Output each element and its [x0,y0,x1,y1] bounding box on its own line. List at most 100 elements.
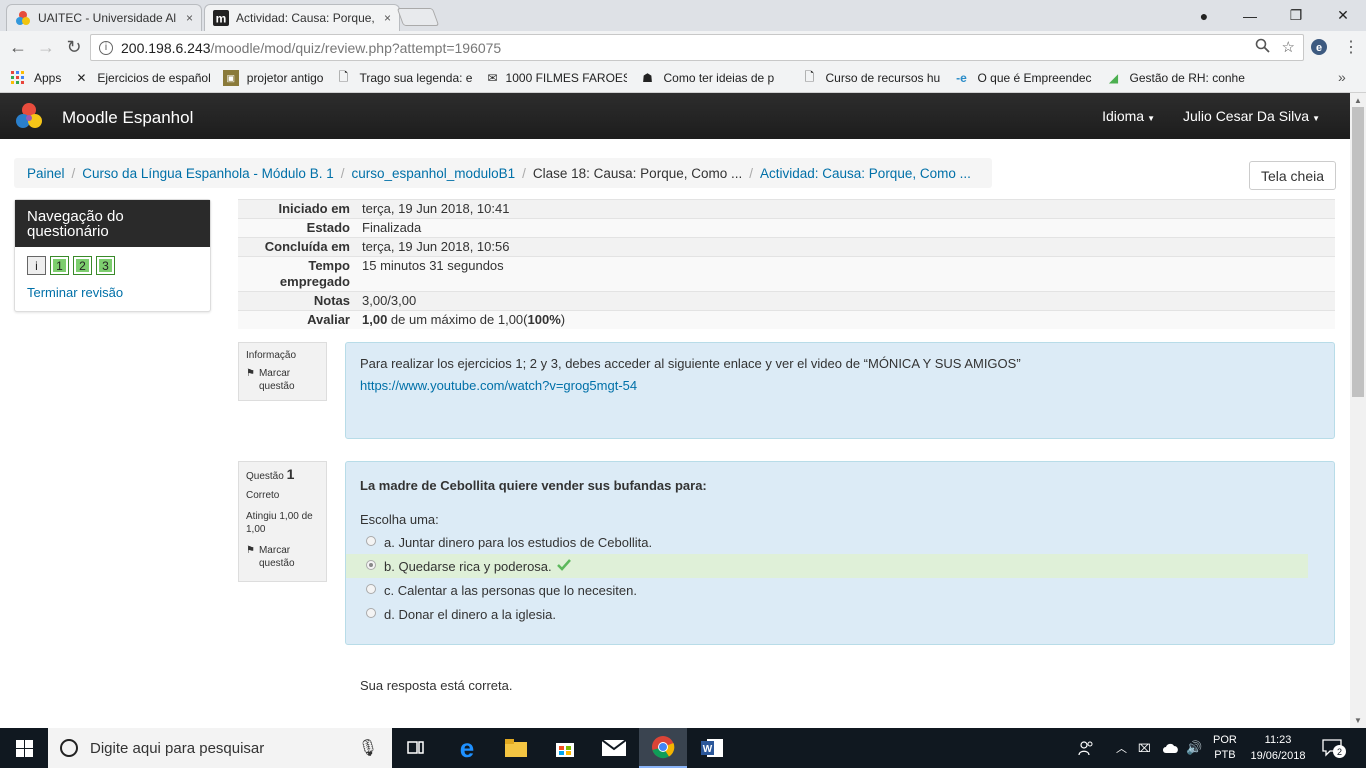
browser-tab-actividad[interactable]: m Actividad: Causa: Porque, × [204,4,400,31]
clock[interactable]: 11:23 19/06/2018 [1248,728,1308,768]
zoom-search-icon[interactable] [1255,38,1270,57]
more-bookmarks-icon[interactable]: » [1338,69,1346,85]
question-mark: Atingiu 1,00 de 1,00 [246,511,313,535]
caret-down-icon: ▼ [1312,114,1320,123]
flag-question-link[interactable]: ⚑ Marcar questão [246,544,319,570]
breadcrumb: Painel / Curso da Língua Espanhola - Módu… [14,158,992,188]
account-icon[interactable]: ● [1181,0,1227,31]
site-brand[interactable]: Moodle Espanhol [14,101,193,134]
answer-feedback: Sua resposta está correta. [360,678,513,693]
bookmark-curso[interactable]: 🗋 Curso de recursos hu [801,70,941,86]
radio-button[interactable] [366,584,376,594]
back-arrow-icon[interactable]: ← [4,34,32,62]
question-state: Correto [246,490,280,501]
volume-icon[interactable]: 🔊 [1186,728,1202,768]
minimize-button[interactable]: — [1227,0,1273,31]
breadcrumb-painel[interactable]: Painel [27,166,65,181]
windows-taskbar: Digite aqui para pesquisar 🎙 e W ︿ ⌧ 🔊 P… [0,728,1366,768]
people-icon[interactable] [1078,728,1094,768]
tab-close-icon[interactable]: × [384,11,391,25]
scrollbar-thumb[interactable] [1352,107,1364,397]
language-indicator[interactable]: POR PTB [1213,728,1237,768]
flag-question-link[interactable]: ⚑ Marcar questão [246,367,319,393]
reload-icon[interactable]: ↻ [60,34,88,62]
bookmark-gestao[interactable]: ◢ Gestão de RH: conhe [1105,70,1245,86]
summary-label: Notas [313,293,350,308]
scroll-up-icon[interactable]: ▲ [1354,96,1362,105]
quiz-nav-question-2[interactable]: 2 [73,256,92,275]
input-indicator-icon[interactable]: ⌧ [1138,728,1151,768]
bookmark-ideias[interactable]: ☗ Como ter ideias de p [639,70,789,86]
radio-button[interactable] [366,608,376,618]
windmill-icon: ✕ [76,71,87,85]
quiz-nav-question-1[interactable]: 1 [50,256,69,275]
flag-label: Marcar questão [258,368,295,392]
language-menu[interactable]: Idioma ▼ [1102,108,1155,124]
breadcrumb-course[interactable]: Curso da Língua Espanhola - Módulo B. 1 [82,166,333,181]
file-explorer-icon[interactable] [492,728,540,768]
maximize-button[interactable]: ❐ [1273,0,1319,31]
bookmark-apps[interactable]: Apps [10,70,61,86]
browser-tab-uaitec[interactable]: UAITEC - Universidade Al × [6,4,202,31]
bookmark-label: O que é Empreendec [977,71,1092,85]
summary-row: Concluída em terça, 19 Jun 2018, 10:56 [238,237,1335,256]
chrome-taskbar-icon[interactable] [639,728,687,768]
microphone-icon[interactable]: 🎙 [358,738,378,758]
mail-app-icon[interactable] [590,728,638,768]
fullscreen-button[interactable]: Tela cheia [1249,161,1336,190]
question-number-value: 1 [286,466,295,482]
user-menu[interactable]: Julio Cesar Da Silva ▼ [1183,108,1320,124]
video-link[interactable]: https://www.youtube.com/watch?v=grog5mgt… [360,378,1320,393]
close-window-button[interactable]: ✕ [1320,0,1366,31]
question-prompt: La madre de Cebollita quiere vender sus … [360,478,707,493]
address-bar[interactable]: i 200.198.6.243/moodle/mod/quiz/review.p… [90,34,1304,61]
tab-title: UAITEC - Universidade Al [38,11,177,25]
bookmark-label: 1000 FILMES FAROES [505,71,628,85]
answer-option-a[interactable]: a. Juntar dinero para los estudios de Ce… [346,530,1321,554]
taskbar-search-box[interactable]: Digite aqui para pesquisar 🎙 [48,728,392,768]
flag-icon: ⚑ [246,368,255,379]
new-tab-button[interactable] [396,8,440,26]
bookmark-empreendedor[interactable]: -e O que é Empreendec [953,70,1093,86]
radio-button-selected[interactable] [366,560,376,570]
question-1-content-box: La madre de Cebollita quiere vender sus … [345,461,1335,645]
grade-text-end: ) [560,312,566,327]
bookmark-star-icon[interactable]: ☆ [1282,38,1295,57]
task-view-icon[interactable] [392,728,440,768]
breadcrumb-activity[interactable]: Actividad: Causa: Porque, Como ... [760,166,971,181]
summary-row: Estado Finalizada [238,218,1335,237]
finish-review-link[interactable]: Terminar revisão [27,285,123,300]
forward-arrow-icon[interactable]: → [32,34,60,62]
word-icon[interactable]: W [688,728,736,768]
tab-close-icon[interactable]: × [186,11,193,25]
scroll-down-icon[interactable]: ▼ [1354,716,1362,725]
bookmark-filmes[interactable]: ✉ 1000 FILMES FAROES [487,70,627,86]
quiz-nav-question-3[interactable]: 3 [96,256,115,275]
bookmark-label: Como ter ideias de p [663,71,775,85]
info-icon[interactable]: i [99,40,113,55]
answer-option-d[interactable]: d. Donar el dinero a la iglesia. [346,602,1321,626]
edge-browser-icon[interactable]: e [443,728,491,768]
cortana-icon [60,739,78,757]
bookmark-ejercicios[interactable]: ✕ Ejercicios de español [73,70,210,86]
store-icon[interactable] [541,728,589,768]
windows-start-icon[interactable] [0,728,48,768]
option-text: a. Juntar dinero para los estudios de Ce… [384,534,653,550]
radio-button[interactable] [366,536,376,546]
extension-icon[interactable]: e [1310,38,1328,59]
quiz-nav-info-button[interactable]: i [27,256,46,275]
bookmark-projetor[interactable]: ▣ projetor antigo [222,70,323,86]
page-scrollbar[interactable]: ▲ ▼ [1350,93,1366,728]
onedrive-cloud-icon[interactable] [1162,728,1180,768]
uaitec-favicon-icon [15,10,31,26]
tray-overflow-icon[interactable]: ︿ [1116,728,1127,768]
chrome-menu-icon[interactable]: ⋮ [1343,37,1359,57]
summary-row: Iniciado em terça, 19 Jun 2018, 10:41 [238,199,1335,218]
leaf-icon: ◢ [1108,71,1119,85]
breadcrumb-course-short[interactable]: curso_espanhol_moduloB1 [351,166,515,181]
bookmark-trago[interactable]: 🗋 Trago sua legenda: e [335,70,475,86]
answer-option-c[interactable]: c. Calentar a las personas que lo necesi… [346,578,1321,602]
action-center-icon[interactable]: 2 [1322,728,1346,768]
moodle-navbar: Moodle Espanhol Idioma ▼ Julio Cesar Da S… [0,93,1350,139]
answer-option-b[interactable]: b. Quedarse rica y poderosa. [346,554,1308,578]
